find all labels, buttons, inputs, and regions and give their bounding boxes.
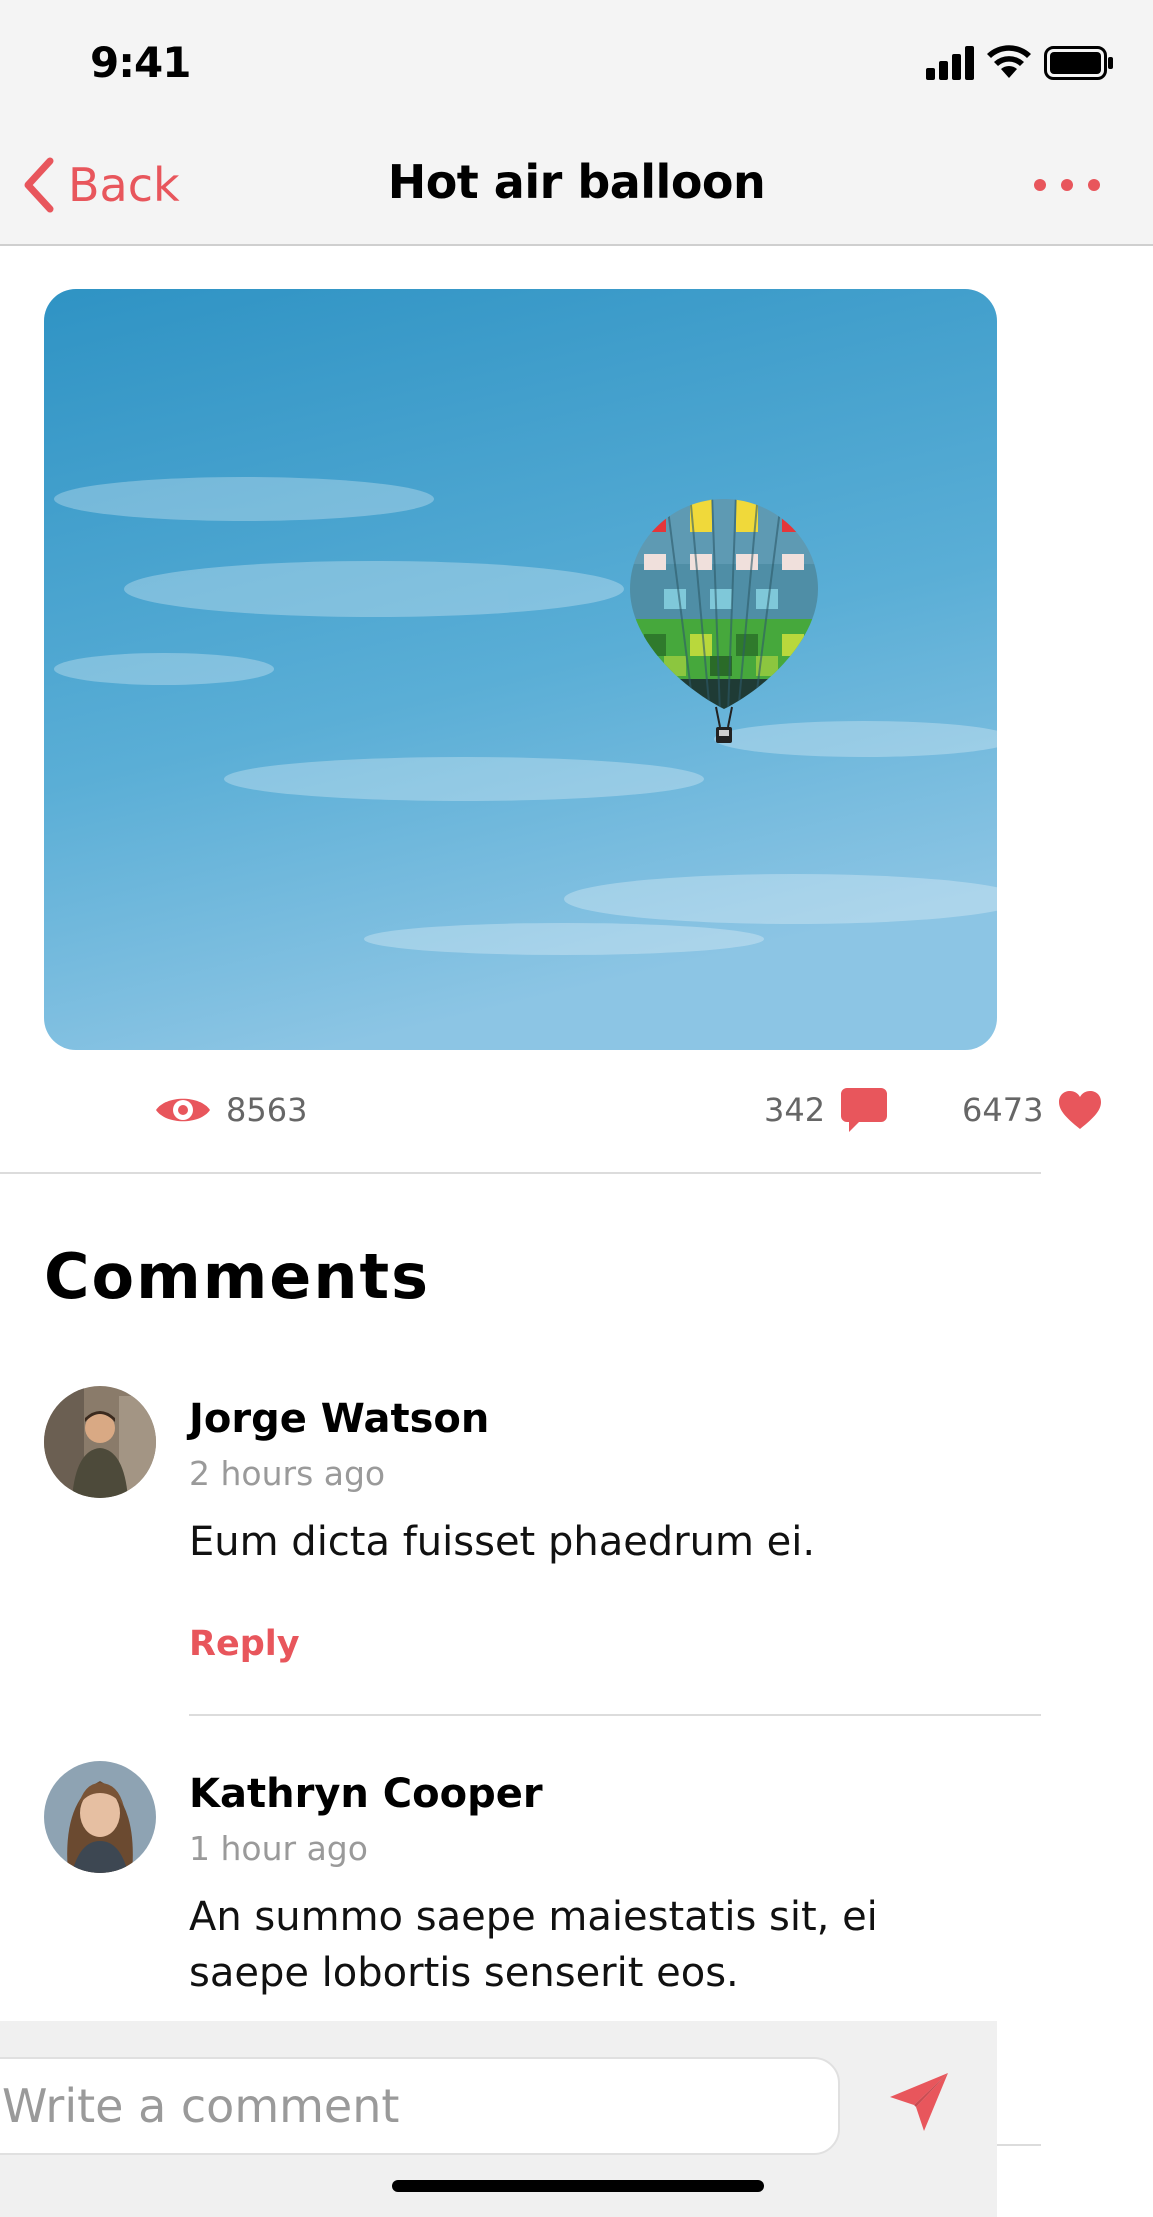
home-indicator: [392, 2180, 764, 2192]
avatar: [44, 1761, 156, 1873]
comment-author: Jorge Watson: [189, 1396, 490, 1442]
views-stat: 8563: [154, 1080, 307, 1140]
comment-text: Eum dicta fuisset phaedrum ei.: [189, 1519, 816, 1565]
eye-icon: [156, 1098, 210, 1122]
comment-divider: [189, 1714, 1041, 1716]
post-image: [44, 289, 997, 1050]
stats-divider: [0, 1172, 1041, 1174]
back-button[interactable]: Back: [20, 155, 180, 215]
views-count: 8563: [226, 1091, 308, 1129]
likes-count: 6473: [962, 1091, 1044, 1129]
heart-icon: [1059, 1091, 1102, 1129]
comments-count: 342: [764, 1091, 826, 1129]
comment-time: 1 hour ago: [189, 1829, 368, 1868]
send-icon[interactable]: [886, 2069, 952, 2135]
back-label: Back: [68, 158, 180, 212]
status-time: 9:41: [90, 38, 191, 87]
battery-icon: [1044, 46, 1113, 80]
dot-icon: [1061, 179, 1073, 191]
dot-icon: [1034, 179, 1046, 191]
comment-bubble-icon: [841, 1088, 888, 1132]
more-options-button[interactable]: [1034, 173, 1100, 197]
comment-time: 2 hours ago: [189, 1454, 386, 1493]
comment-text: An summo saepe maiestatis sit, ei saepe …: [189, 1894, 878, 1996]
hot-air-balloon-illustration: [44, 289, 997, 1050]
comments-heading: Comments: [44, 1240, 431, 1313]
avatar-woman-icon: [44, 1761, 156, 1873]
nav-bar: Back Hot air balloon: [0, 125, 1153, 246]
divider: [997, 2144, 1041, 2146]
likes-stat[interactable]: 6473: [962, 1080, 1102, 1140]
comment-author: Kathryn Cooper: [189, 1771, 543, 1817]
avatar-man-icon: [44, 1386, 156, 1498]
avatar: [44, 1386, 156, 1498]
status-bar: 9:41: [0, 0, 1153, 125]
reply-button[interactable]: Reply: [189, 1624, 300, 1664]
post-stats: 8563 342 6473: [0, 1080, 1153, 1140]
wifi-icon: [987, 45, 1031, 78]
comments-stat[interactable]: 342: [764, 1080, 888, 1140]
signal-icon: [926, 46, 974, 80]
dot-icon: [1088, 179, 1100, 191]
chevron-left-icon: [24, 157, 54, 213]
comment-input[interactable]: [0, 2057, 840, 2155]
